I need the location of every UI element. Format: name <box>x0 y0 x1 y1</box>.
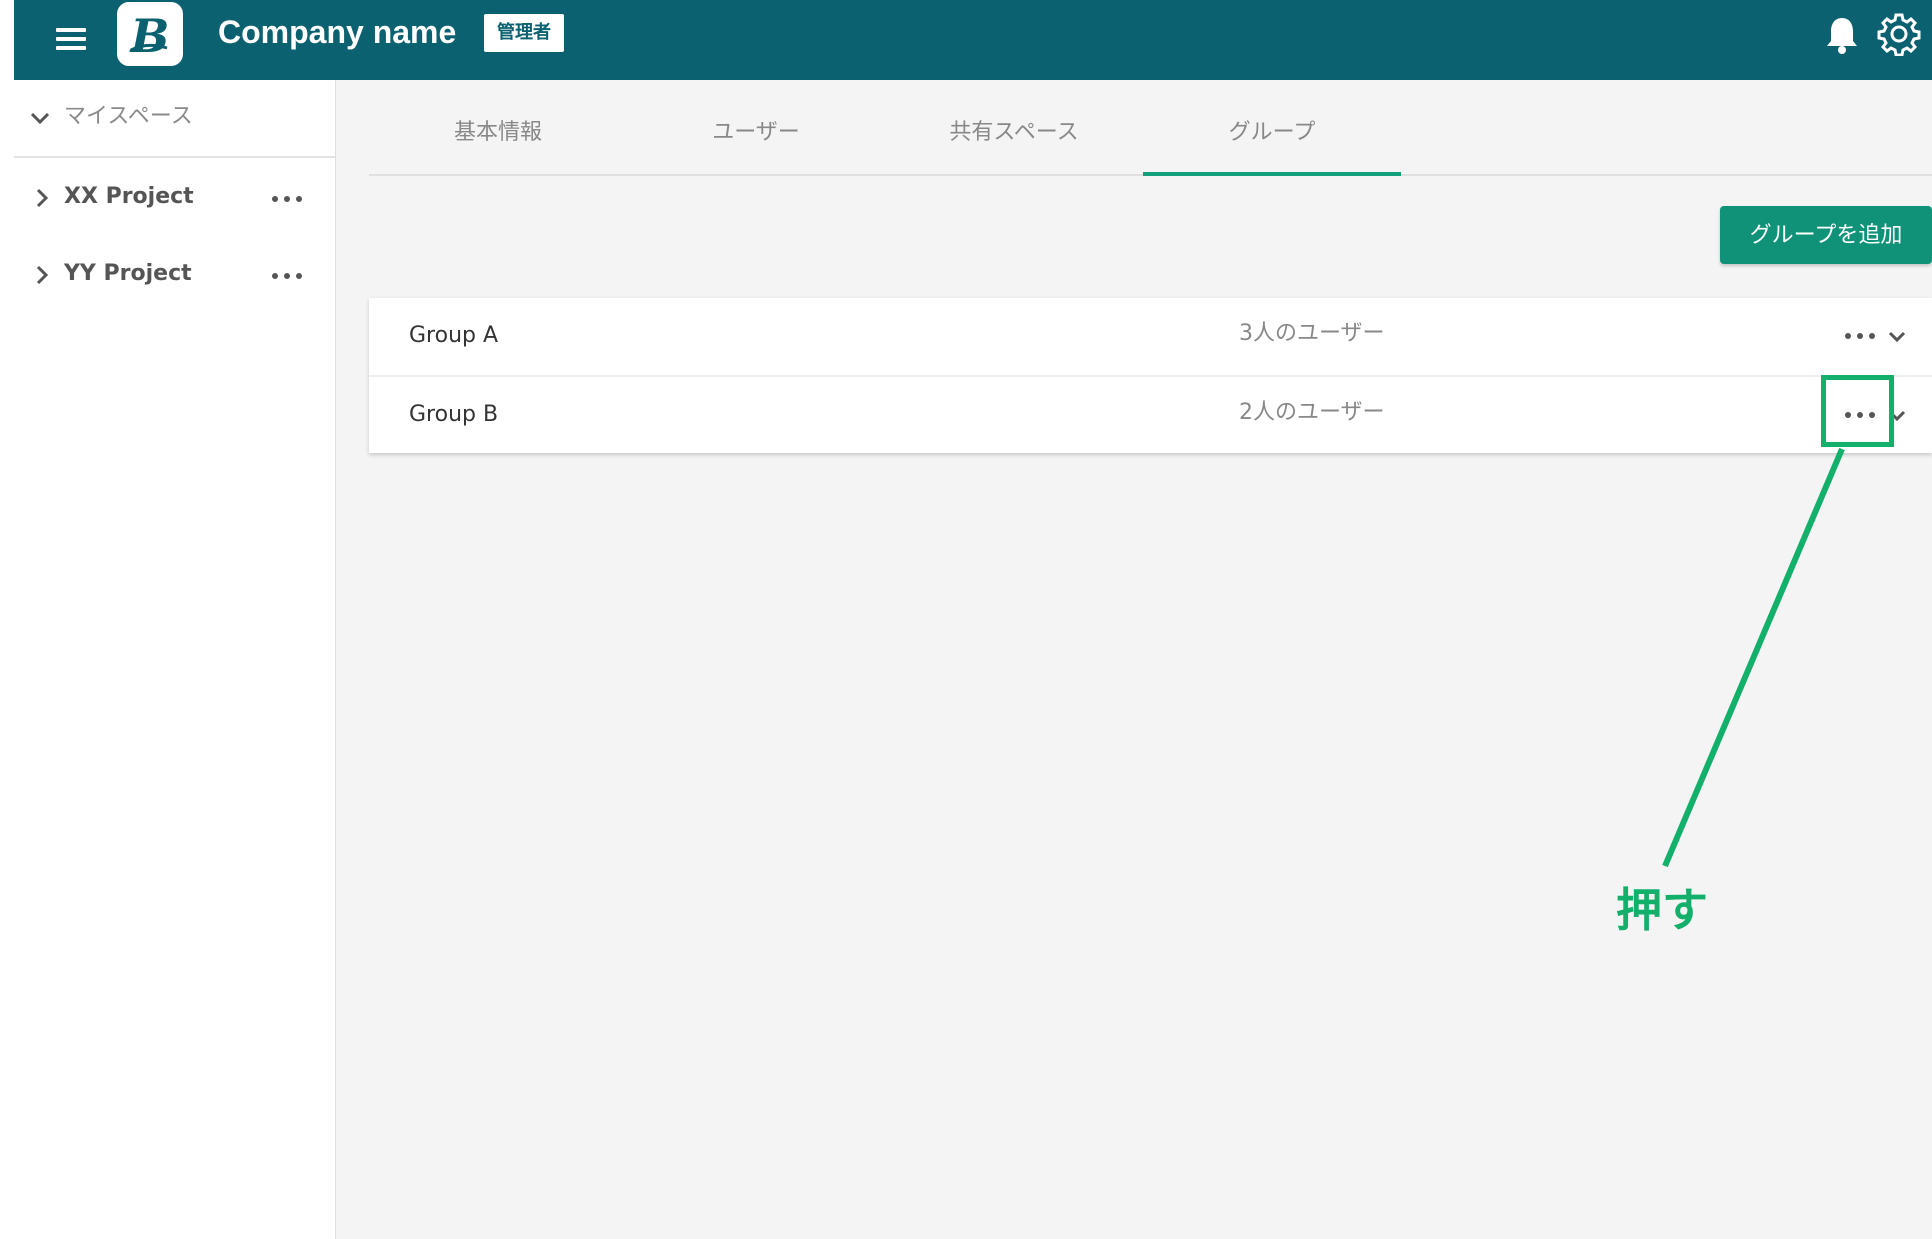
company-name: Company name <box>218 14 457 50</box>
more-options-icon[interactable] <box>1843 331 1877 341</box>
chevron-right-icon <box>36 188 49 208</box>
svg-text:B: B <box>129 9 170 63</box>
add-group-button[interactable]: グループを追加 <box>1720 206 1932 264</box>
group-user-count: 2人のユーザー <box>1239 400 1385 425</box>
sidebar-item-yy-project[interactable]: YY Project <box>14 245 335 305</box>
chevron-right-icon <box>36 265 49 285</box>
chevron-down-icon[interactable] <box>1885 324 1909 348</box>
chevron-down-icon <box>30 112 50 125</box>
annotation-label: 押す <box>1616 883 1708 937</box>
sidebar: マイスペース XX Project YY Project <box>14 80 336 1239</box>
sidebar-item-label: YY Project <box>64 261 192 286</box>
group-row[interactable]: Group B 2人のユーザー <box>369 375 1932 453</box>
more-options-icon[interactable] <box>270 194 304 204</box>
sidebar-item-label: XX Project <box>64 184 194 209</box>
group-name: Group A <box>409 323 499 348</box>
company-logo: B <box>117 2 183 66</box>
group-list: Group A 3人のユーザー Group B 2人のユーザー <box>369 298 1932 453</box>
app-window: B Company name 管理者 マイスペース XX Project YY … <box>14 0 1932 1239</box>
group-name: Group B <box>409 402 499 427</box>
menu-icon[interactable] <box>54 22 88 56</box>
top-header: B Company name 管理者 <box>14 0 1932 80</box>
tab-basic-info[interactable]: 基本情報 <box>369 100 627 174</box>
group-row[interactable]: Group A 3人のユーザー <box>369 298 1932 374</box>
bell-icon[interactable] <box>1822 14 1862 56</box>
gear-icon[interactable] <box>1877 12 1921 57</box>
sidebar-myspace-label: マイスペース <box>64 104 193 129</box>
logo-mark: B <box>129 9 170 63</box>
sidebar-item-xx-project[interactable]: XX Project <box>14 168 335 228</box>
sidebar-myspace[interactable]: マイスペース <box>14 80 335 158</box>
annotation-highlight-box <box>1821 375 1894 447</box>
more-options-icon[interactable] <box>270 271 304 281</box>
tab-bar: 基本情報 ユーザー 共有スペース グループ <box>369 100 1932 176</box>
tab-groups[interactable]: グループ <box>1143 100 1401 176</box>
tab-users[interactable]: ユーザー <box>627 100 885 174</box>
admin-badge: 管理者 <box>484 14 564 52</box>
tab-shared-space[interactable]: 共有スペース <box>885 100 1143 174</box>
group-user-count: 3人のユーザー <box>1239 321 1385 346</box>
